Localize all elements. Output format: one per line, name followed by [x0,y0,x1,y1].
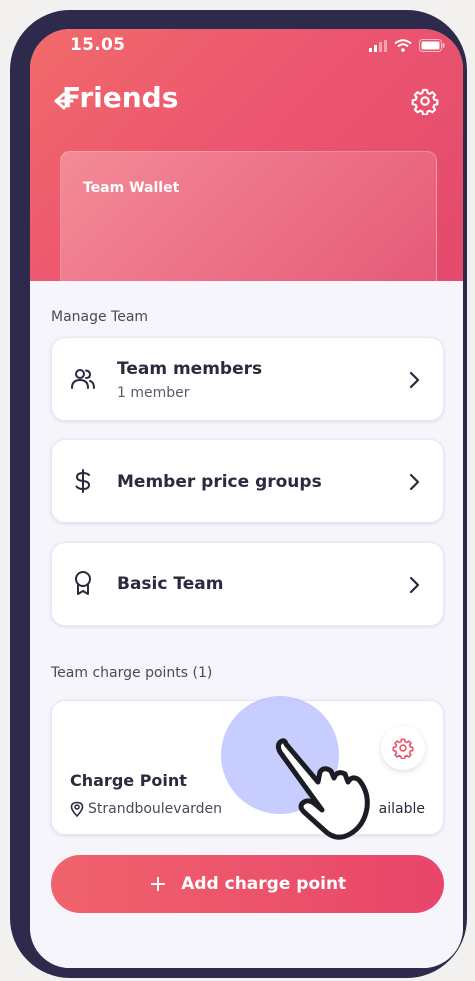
status-bar: 15.05 [30,29,463,65]
member-price-groups-title: Member price groups [117,472,322,492]
add-charge-point-button[interactable]: + Add charge point [51,855,444,913]
location-pin-icon [70,801,84,817]
dollar-icon [75,469,91,493]
team-members-item[interactable]: Team members 1 member [51,337,444,421]
nav-title-row: Friends [30,81,463,121]
gear-icon[interactable] [411,87,439,115]
basic-team-title: Basic Team [117,574,224,594]
gear-icon [392,738,414,759]
chevron-right-icon [409,473,420,491]
plus-icon: + [148,871,168,897]
charge-point-location-row: Strandboulevarden [70,801,222,817]
page-title: Friends [62,81,179,114]
wallet-title: Team Wallet [83,180,180,196]
header: 15.05 Friends Team Wallet [30,29,463,313]
add-charge-point-label: Add charge point [181,874,347,894]
badge-icon [75,571,91,595]
users-icon [71,369,95,389]
wifi-icon [394,39,412,52]
charge-point-name: Charge Point [70,771,187,790]
manage-team-label: Manage Team [51,309,149,325]
charge-point-location: Strandboulevarden [88,801,223,817]
app-screen: 15.05 Friends Team Wallet Manage Team Te… [30,29,463,968]
team-members-title: Team members [117,359,263,379]
charge-points-label: Team charge points (1) [51,665,213,681]
signal-icon [369,39,387,52]
team-members-subtitle: 1 member [117,385,190,401]
main-content: Manage Team Team members 1 member Member… [30,281,463,968]
status-icons [369,39,445,52]
member-price-groups-item[interactable]: Member price groups [51,439,444,523]
battery-icon [419,39,445,52]
chevron-right-icon [409,576,420,594]
pointing-hand-icon [275,738,370,840]
status-time: 15.05 [70,35,126,55]
basic-team-item[interactable]: Basic Team [51,542,444,626]
chevron-right-icon [409,371,420,389]
